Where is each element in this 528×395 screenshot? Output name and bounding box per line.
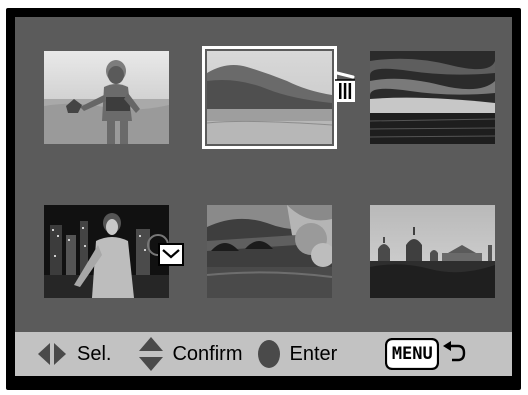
thumbnail-stone-bridge[interactable]	[207, 205, 332, 298]
thumbnail-coastline[interactable]	[202, 46, 337, 149]
menu-label: MENU	[391, 344, 433, 364]
center-button-icon	[258, 340, 281, 368]
select-label: Sel.	[77, 342, 112, 365]
stone-bridge-photo	[207, 205, 332, 298]
menu-button-icon: MENU	[385, 338, 440, 370]
envelope-icon	[158, 243, 184, 266]
enter-label: Enter	[289, 342, 338, 365]
return-arrow-icon	[442, 341, 466, 367]
coastline-photo	[207, 51, 332, 144]
thumbnail-beach-girl[interactable]	[44, 51, 169, 144]
thumbnail-night-city[interactable]	[44, 205, 169, 298]
sunset-sea-photo	[370, 51, 495, 144]
thumbnail-sunset-sea[interactable]	[370, 51, 495, 144]
thumbnail-cathedral[interactable]	[370, 205, 495, 298]
status-bar: Sel. Confirm Enter MENU	[15, 332, 512, 376]
night-city-photo	[44, 205, 169, 298]
left-right-arrows-icon	[38, 343, 66, 365]
up-down-arrows-icon	[139, 337, 164, 371]
trash-icon	[333, 71, 357, 103]
beach-girl-photo	[44, 51, 169, 144]
camera-lcd-screen: Sel. Confirm Enter MENU	[6, 8, 521, 390]
confirm-label: Confirm	[172, 342, 243, 365]
thumbnail-grid	[15, 17, 512, 338]
cathedral-photo	[370, 205, 495, 298]
